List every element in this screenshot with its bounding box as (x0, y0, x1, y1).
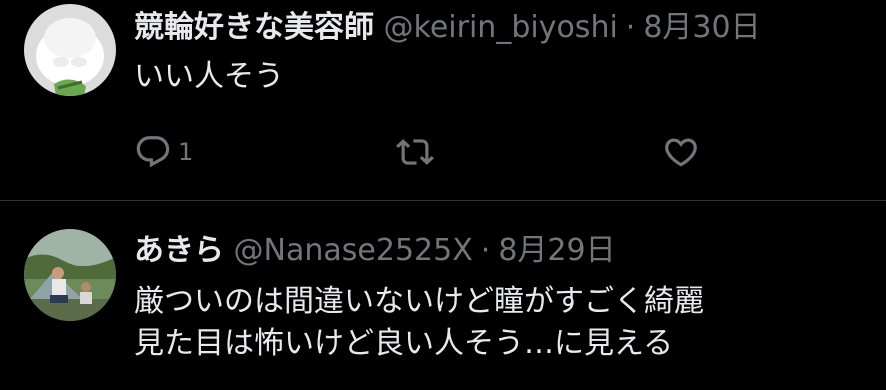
like-icon (665, 138, 697, 167)
tweet-date[interactable]: 8月29日 (498, 233, 615, 268)
tweet-header: 競輪好きな美容師 @keirin_biyoshi · 8月30日 (134, 10, 761, 46)
tweet-date[interactable]: 8月30日 (643, 10, 760, 45)
avatar-image (24, 4, 116, 96)
tweet-text-line: 見た目は怖いけど良い人そう…に見える (134, 326, 674, 361)
handle[interactable]: @keirin_biyoshi (384, 10, 618, 45)
tweet-text-line: いい人そう (134, 59, 284, 94)
tweet-header: あきら @Nanase2525X · 8月29日 (134, 233, 616, 269)
like-button[interactable] (662, 130, 700, 174)
retweet-button[interactable] (396, 130, 434, 174)
tweet[interactable]: 競輪好きな美容師 @keirin_biyoshi · 8月30日 いい人そう 1 (0, 0, 886, 200)
tweet-text: いい人そう (134, 56, 284, 98)
display-name[interactable]: あきら (134, 233, 224, 268)
tweet[interactable]: あきら @Nanase2525X · 8月29日 厳ついのは間違いないけど瞳がすごく… (0, 200, 886, 390)
handle[interactable]: @Nanase2525X (234, 233, 473, 268)
avatar-image (24, 229, 116, 321)
reply-icon (136, 136, 170, 168)
tweet-text: 厳ついのは間違いないけど瞳がすごく綺麗 見た目は怖いけど良い人そう…に見える (134, 281, 704, 365)
retweet-icon (396, 139, 434, 165)
reply-button[interactable]: 1 (134, 130, 193, 174)
tweet-actions: 1 (0, 130, 886, 174)
reply-count: 1 (178, 138, 194, 166)
separator: · (480, 233, 491, 268)
tweet-text-line: 厳ついのは間違いないけど瞳がすごく綺麗 (134, 284, 704, 319)
avatar[interactable] (24, 4, 116, 96)
separator: · (625, 10, 636, 45)
display-name[interactable]: 競輪好きな美容師 (134, 10, 374, 45)
avatar[interactable] (24, 229, 116, 321)
